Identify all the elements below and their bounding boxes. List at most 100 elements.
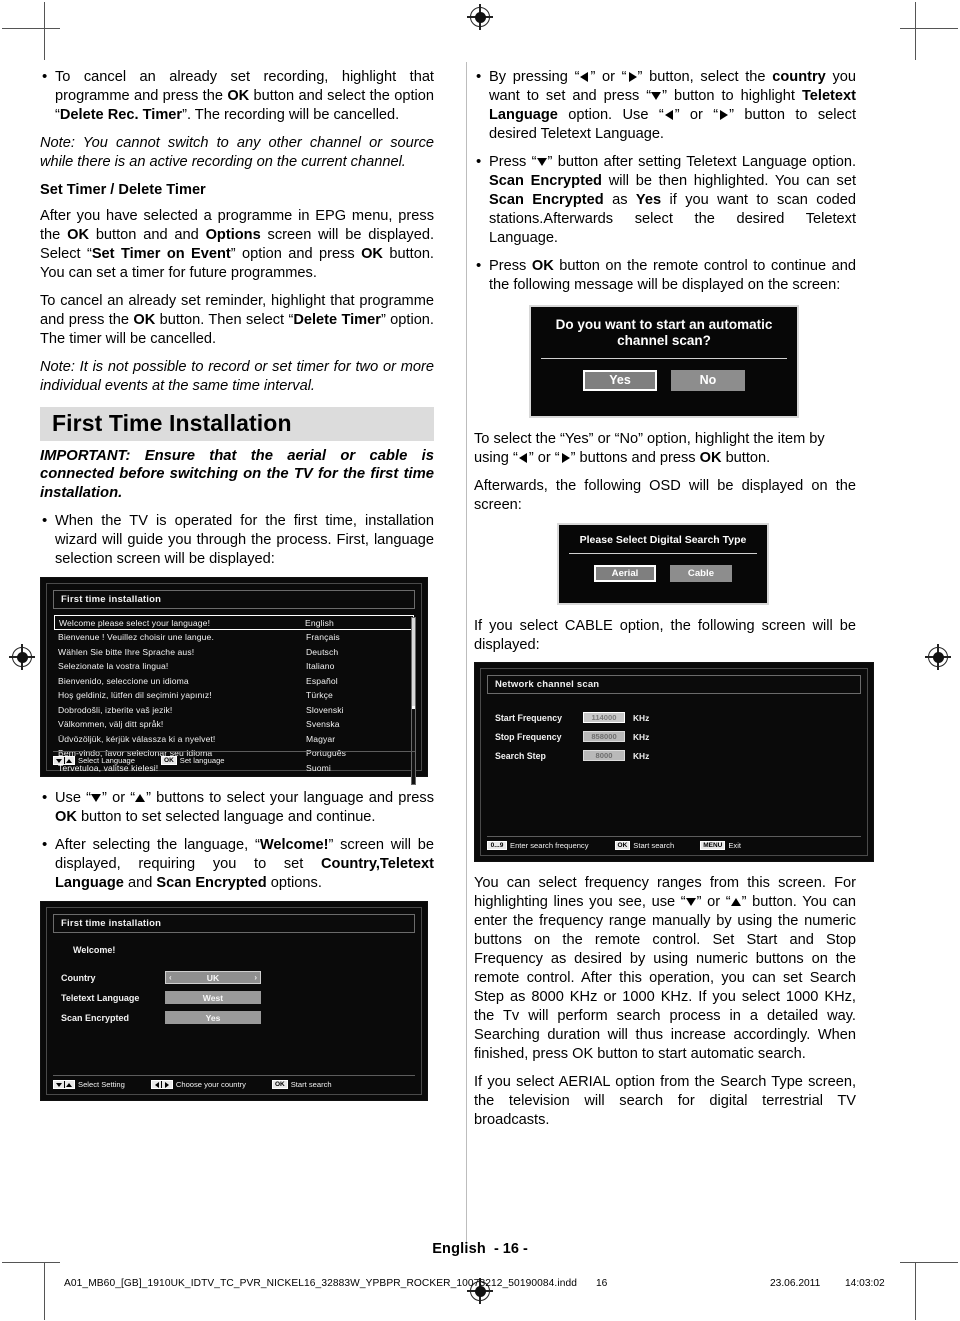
- frequency-label: Start Frequency: [495, 712, 562, 723]
- footer-language: English: [432, 1241, 486, 1257]
- language-name: English: [305, 617, 334, 628]
- hint-enter-search-frequency: 0...9 Enter search frequency: [487, 841, 589, 851]
- language-row[interactable]: Selezionate la vostra lingua! Italiano: [54, 659, 414, 674]
- scrollbar-thumb[interactable]: [412, 618, 415, 707]
- hint-label: Exit: [728, 841, 742, 851]
- frequency-unit: KHz: [633, 712, 650, 723]
- text-fragment: Use “: [55, 790, 92, 807]
- left-right-key-icon: [150, 1080, 173, 1090]
- dialog-button-yes[interactable]: Yes: [583, 369, 657, 391]
- osd-footer-hints: Select Language OK Set language: [53, 751, 415, 766]
- text-fragment: ”. The recording will be cancelled.: [182, 106, 400, 123]
- page-footer: English - 16 -: [0, 1241, 960, 1257]
- para-press-ok-continue: Press OK button on the remote control to…: [474, 256, 856, 295]
- frequency-input[interactable]: 858000: [583, 731, 625, 743]
- para-afterwards-osd: Afterwards, the following OSD will be di…: [474, 477, 856, 513]
- bold-ok: OK: [133, 311, 156, 328]
- text-fragment: button. Then select “: [155, 311, 294, 328]
- language-row[interactable]: Wählen Sie bitte Ihre Sprache aus! Deutsc…: [54, 644, 414, 659]
- arrow-down-icon: [685, 896, 697, 907]
- dialog-button-cable[interactable]: Cable: [670, 565, 732, 583]
- osd-network-channel-scan[interactable]: Network channel scan Start Frequency 1140…: [474, 662, 874, 863]
- language-row[interactable]: Dobrodošli, izberite vaš jezik! Slovenski: [54, 702, 414, 717]
- crop-mark-bottom-right: [900, 1262, 958, 1263]
- arrow-left-icon: [579, 71, 590, 82]
- ok-key-icon: OK: [614, 841, 631, 851]
- imprint-filename: A01_MB60_[GB]_1910UK_IDTV_TC_PVR_NICKEL1…: [64, 1277, 577, 1289]
- left-column: To cancel an already set recording, high…: [40, 67, 448, 1228]
- para-welcome-screen: After selecting the language, “Welcome!”…: [40, 835, 434, 893]
- text-fragment: ” button after setting Teletext Language…: [547, 153, 856, 170]
- dialog-button-no[interactable]: No: [671, 369, 745, 391]
- osd-language-selection[interactable]: First time installation Welcome please s…: [40, 577, 428, 786]
- important-notice: IMPORTANT: Ensure that the aerial or cab…: [40, 447, 434, 502]
- frequency-row[interactable]: Stop Frequency 858000 KHz: [495, 727, 867, 746]
- chevron-left-icon[interactable]: ‹: [169, 973, 172, 982]
- hint-set-language: OK Set language: [161, 756, 225, 766]
- language-name: Slovenski: [306, 704, 344, 715]
- crop-mark-top-left-v: [44, 2, 45, 60]
- arrow-right-icon: [718, 109, 729, 120]
- text-fragment: ” buttons to select your language and pr…: [146, 790, 434, 807]
- crop-mark-top-right: [900, 28, 958, 29]
- language-row[interactable]: Hoş geldiniz, lütfen dil seçimini yapını…: [54, 688, 414, 703]
- bold-country: country: [772, 69, 826, 85]
- text-fragment: will be then highlighted. You can set: [601, 172, 856, 189]
- language-prompt: Hoş geldiniz, lütfen dil seçimini yapını…: [58, 690, 212, 700]
- frequency-input[interactable]: 8000: [583, 750, 625, 762]
- text-fragment: ” or “: [696, 894, 731, 911]
- hint-label: Set language: [179, 756, 225, 766]
- bold-options: Options: [205, 226, 261, 243]
- osd-footer-hints: Select Setting Choose your country OK St…: [53, 1075, 415, 1090]
- language-row[interactable]: Bienvenido, seleccione un idioma Español: [54, 673, 414, 688]
- setting-row[interactable]: Teletext Language West: [61, 989, 421, 1006]
- language-row[interactable]: Bienvenue ! Veuillez choisir une langue.…: [54, 630, 414, 645]
- note-two-events: Note: It is not possible to record or se…: [40, 358, 434, 394]
- hint-label: Start search: [290, 1080, 332, 1090]
- hint-select-language: Select Language: [53, 756, 135, 766]
- language-row[interactable]: Welcome please select your language! Engl…: [54, 615, 414, 630]
- crop-mark-bottom-left: [2, 1262, 60, 1263]
- dialog-buttons: Aerial Cable: [559, 554, 767, 594]
- setting-row[interactable]: Country ‹ › UK: [61, 969, 421, 986]
- setting-row[interactable]: Scan Encrypted Yes: [61, 1009, 421, 1026]
- hint-label: Select Setting: [78, 1080, 125, 1090]
- language-row[interactable]: Välkommen, välj ditt språk! Svenska: [54, 717, 414, 732]
- language-row[interactable]: Üdvözöljük, kérjük válassza ki a nyelvet…: [54, 731, 414, 746]
- chevron-right-icon[interactable]: ›: [254, 973, 257, 982]
- osd-welcome-country-settings[interactable]: First time installation Welcome! Country…: [40, 901, 428, 1102]
- text-fragment: button to set selected language and cont…: [76, 809, 376, 826]
- frequency-row[interactable]: Start Frequency 114000 KHz: [495, 708, 867, 727]
- text-fragment: ” or “: [674, 106, 719, 123]
- language-name: Svenska: [306, 719, 340, 729]
- bold-scan-encrypted: Scan Encrypted: [489, 191, 604, 208]
- numeric-keys-icon: 0...9: [487, 841, 507, 851]
- arrow-down-icon: [651, 90, 662, 101]
- section-title: First Time Installation: [52, 409, 292, 436]
- text-fragment: and: [123, 875, 157, 892]
- text-fragment: option. Use “: [557, 106, 664, 123]
- hint-select-setting: Select Setting: [53, 1080, 125, 1090]
- crop-mark-bottom-left-v: [44, 1262, 45, 1320]
- para-aerial-option: If you select AERIAL option from the Sea…: [474, 1074, 856, 1129]
- language-prompt: Bienvenido, seleccione un idioma: [58, 675, 189, 686]
- hint-label: Enter search frequency: [510, 841, 589, 851]
- osd-dialog-automatic-channel-scan[interactable]: Do you want to start an automatic channe…: [529, 304, 799, 418]
- bold-ok: OK: [699, 449, 722, 466]
- para-scan-encrypted: Press “ ” button after setting Teletext L…: [474, 152, 856, 248]
- para-select-country: By pressing “” or “” button, select the …: [474, 67, 856, 144]
- osd-dialog-digital-search-type[interactable]: Please Select Digital Search Type Aerial…: [557, 522, 769, 605]
- setting-value[interactable]: West: [165, 991, 261, 1005]
- frequency-row[interactable]: Search Step 8000 KHz: [495, 746, 867, 765]
- setting-value[interactable]: ‹ › UK: [165, 971, 261, 985]
- setting-value[interactable]: Yes: [165, 1011, 261, 1025]
- language-prompt: Welcome please select your language!: [59, 617, 211, 628]
- hint-exit: MENU Exit: [700, 841, 742, 851]
- arrow-left-icon: [664, 109, 675, 120]
- frequency-input[interactable]: 114000: [583, 712, 625, 724]
- dialog-message: Please Select Digital Search Type: [579, 533, 747, 546]
- page-body: To cancel an already set recording, high…: [40, 67, 920, 1228]
- arrow-right-icon: [627, 71, 638, 82]
- dialog-message: Do you want to start an automatic channe…: [555, 316, 773, 349]
- dialog-button-aerial[interactable]: Aerial: [594, 565, 656, 583]
